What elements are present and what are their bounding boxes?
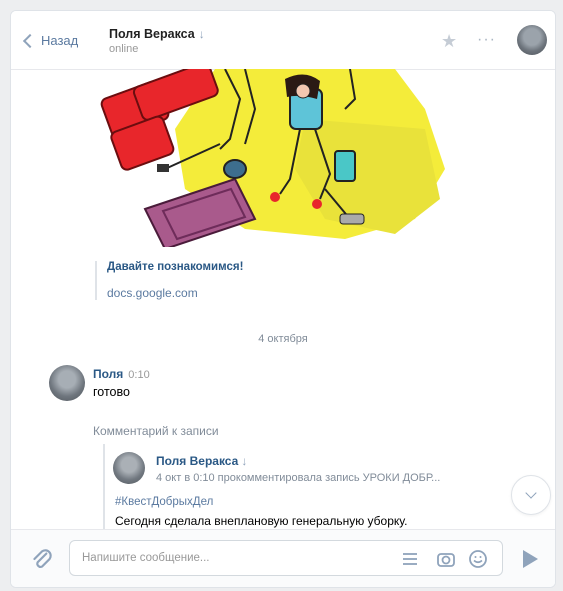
pin-icon: ↓ [241,454,248,468]
link-url[interactable]: docs.google.com [107,286,243,300]
back-label: Назад [41,33,79,48]
forward-avatar[interactable] [113,452,145,484]
author-name[interactable]: Поля [93,367,123,381]
input-placeholder: Напишите сообщение... [82,552,210,564]
emoji-icon[interactable] [468,549,488,569]
peer-info[interactable]: Поля Веракса ↓ online [109,27,205,55]
peer-status: online [109,43,139,55]
forward-label: Комментарий к записи [93,424,219,438]
pin-icon: ↓ [198,27,205,41]
attach-icon[interactable] [29,546,55,572]
scroll-down-button[interactable] [511,475,551,515]
forward-author[interactable]: Поля Веракса ↓ [156,454,247,468]
date-separator: 4 октября [258,333,308,345]
back-button[interactable]: Назад [22,33,79,48]
star-icon[interactable]: ★ [441,31,457,52]
message-author: Поля 0:10 [93,367,150,381]
back-chevron-icon [22,33,38,48]
forward-subline[interactable]: 4 окт в 0:10 прокомментировала запись УР… [156,472,440,484]
attachment-illustration[interactable] [95,69,455,247]
peer-avatar[interactable] [517,25,547,55]
camera-icon[interactable] [436,549,456,569]
chat-window: Назад Поля Веракса ↓ online ★ ··· Давайт… [10,10,556,588]
scroll-down-icon [525,487,537,499]
forward-body: Сегодня сделала внеплановую генеральную … [115,514,408,528]
avatar[interactable] [49,365,85,401]
hashtag[interactable]: #КвестДобрыхДел [115,496,213,508]
link-title[interactable]: Давайте познакомимся! [107,261,243,273]
composer: Напишите сообщение... [11,529,555,587]
peer-name: Поля Веракса ↓ [109,27,205,41]
message-text: готово [93,385,130,399]
template-icon[interactable] [400,549,420,569]
send-icon[interactable] [523,550,538,568]
link-card[interactable]: Давайте познакомимся! docs.google.com [95,261,243,300]
forwarded-post[interactable]: Поля Веракса ↓ 4 окт в 0:10 прокомментиро… [103,444,505,539]
chat-header: Назад Поля Веракса ↓ online ★ ··· [11,11,555,70]
message-time[interactable]: 0:10 [128,369,149,381]
message-input[interactable]: Напишите сообщение... [69,540,503,576]
more-icon[interactable]: ··· [477,31,496,49]
